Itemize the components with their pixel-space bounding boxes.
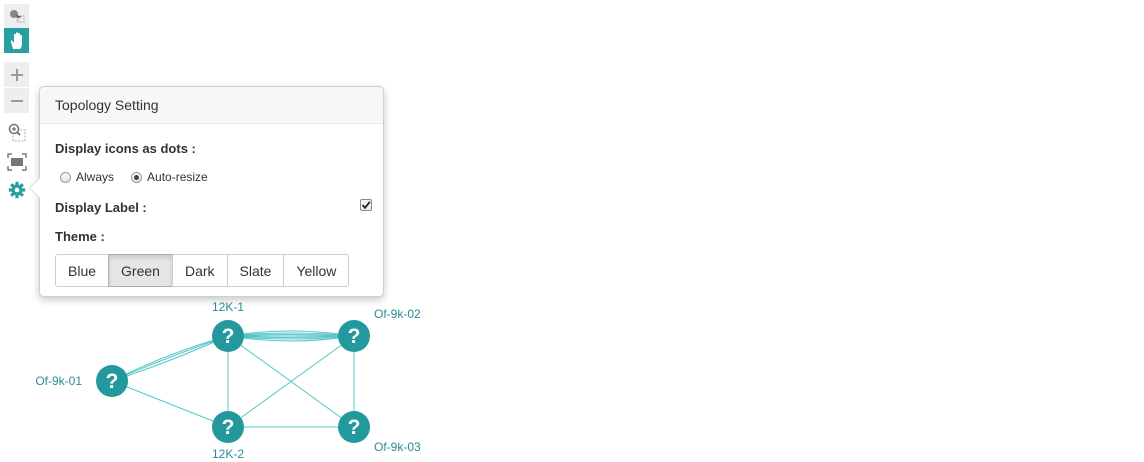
node-label: Of-9k-03 (374, 440, 421, 454)
theme-blue-button[interactable]: Blue (55, 254, 110, 287)
hand-icon (10, 31, 22, 49)
radio-auto-resize-label: Auto-resize (147, 170, 208, 184)
settings-button[interactable] (4, 177, 29, 202)
link[interactable] (111, 335, 229, 382)
plus-icon (10, 68, 23, 81)
svg-text:?: ? (222, 416, 235, 439)
radio-always-label: Always (76, 170, 115, 184)
topology-node[interactable]: ? 12K-2 (212, 411, 244, 461)
radio-auto-resize[interactable] (131, 171, 143, 183)
topology-node[interactable]: ? Of-9k-03 (338, 411, 421, 454)
minus-icon (10, 99, 23, 102)
zoom-in-button[interactable] (4, 62, 29, 87)
fit-stage-button[interactable] (4, 149, 29, 174)
theme-yellow-button[interactable]: Yellow (283, 254, 350, 287)
theme-green-button[interactable]: Green (108, 254, 173, 287)
topology-node[interactable]: ? Of-9k-01 (35, 365, 128, 397)
link[interactable] (111, 380, 229, 428)
theme-label: Theme : (55, 229, 105, 244)
display-label-checkbox[interactable] (360, 199, 372, 211)
radio-always[interactable] (60, 171, 71, 183)
move-tool-button[interactable] (4, 28, 29, 53)
zoom-selection-icon (8, 123, 25, 141)
popover-title: Topology Setting (40, 87, 383, 124)
svg-text:?: ? (106, 370, 119, 393)
fit-screen-icon (6, 152, 27, 171)
node-label: Of-9k-01 (35, 374, 82, 388)
link[interactable] (111, 335, 229, 382)
topology-node[interactable]: ? 12K-1 (212, 300, 244, 352)
link[interactable] (111, 335, 229, 382)
topology-setting-popover: Topology Setting Display icons as dots :… (29, 86, 384, 297)
select-tool-button[interactable] (4, 4, 29, 29)
node-label: 12K-2 (212, 447, 244, 461)
display-label-label: Display Label : (55, 200, 147, 215)
svg-text:?: ? (348, 416, 361, 439)
display-dots-label: Display icons as dots : (55, 141, 196, 156)
zoom-out-button[interactable] (4, 88, 29, 113)
topology-node[interactable]: ? Of-9k-02 (338, 307, 421, 352)
select-pointer-icon (9, 9, 24, 22)
theme-dark-button[interactable]: Dark (171, 254, 228, 287)
display-dots-options: Always Auto-resize (60, 170, 208, 184)
node-label: Of-9k-02 (374, 307, 421, 321)
svg-text:?: ? (348, 325, 361, 348)
node-label: 12K-1 (212, 300, 244, 314)
zoom-by-selection-button[interactable] (4, 120, 29, 145)
svg-text:?: ? (222, 325, 235, 348)
popover-arrow (29, 177, 40, 199)
theme-slate-button[interactable]: Slate (226, 254, 285, 287)
gear-icon (8, 181, 25, 198)
theme-button-group: Blue Green Dark Slate Yellow (55, 254, 350, 287)
checkmark-icon (361, 201, 371, 210)
